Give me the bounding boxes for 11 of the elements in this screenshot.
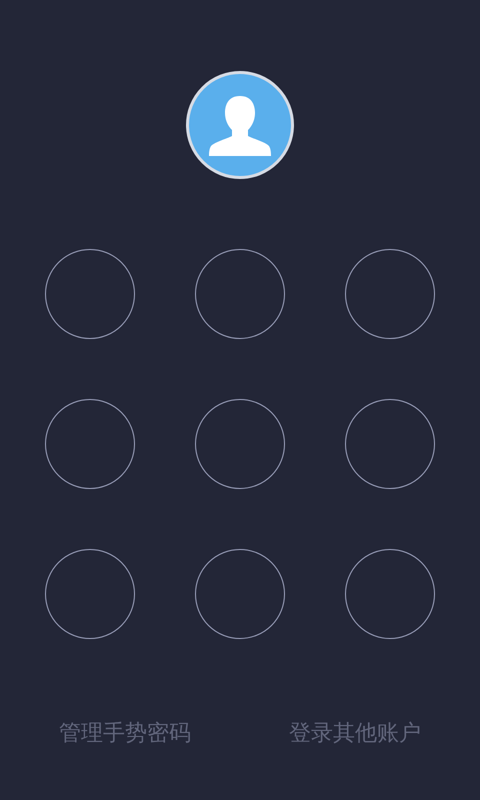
text-link[interactable]: 管理手势密码: [59, 719, 191, 749]
pattern-dot[interactable]: [45, 399, 135, 489]
pattern-dot[interactable]: [345, 399, 435, 489]
pattern-dot[interactable]: [195, 549, 285, 639]
pattern-dot[interactable]: [195, 399, 285, 489]
pattern-dot[interactable]: [345, 549, 435, 639]
pattern-dot[interactable]: [45, 549, 135, 639]
pattern-dot[interactable]: [195, 249, 285, 339]
text-link[interactable]: 登录其他账户: [289, 719, 421, 749]
pattern-dot[interactable]: [345, 249, 435, 339]
pattern-dot[interactable]: [45, 249, 135, 339]
